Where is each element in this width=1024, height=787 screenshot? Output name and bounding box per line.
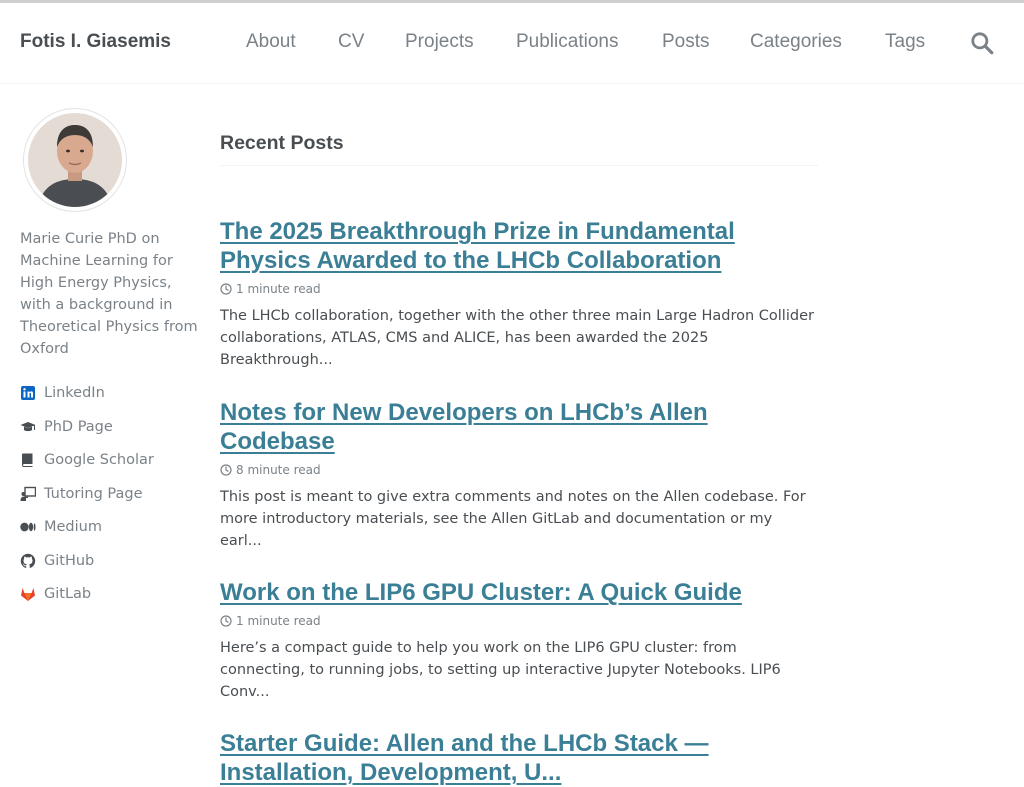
page-title: Recent Posts [220,132,818,166]
github-icon [20,553,36,569]
graduation-cap-icon [20,419,36,435]
post-title: The 2025 Breakthrough Prize in Fundament… [220,217,818,275]
link-label: GitHub [44,553,95,569]
post-title-line: Codebase [220,428,335,455]
linkedin-icon [20,385,36,401]
clock-icon [220,283,232,295]
nav-publications[interactable]: Publications [516,31,618,53]
read-time-text: 1 minute read [236,282,321,296]
link-label: Medium [44,519,102,535]
read-time: 1 minute read [220,281,818,297]
link-github[interactable]: GitHub [20,550,94,572]
author-bio: Marie Curie PhD on Machine Learning for … [20,231,198,357]
link-label: Google Scholar [44,452,154,468]
post-excerpt: Here’s a compact guide to help you work … [220,640,781,700]
read-time-text: 8 minute read [236,463,321,477]
link-label: GitLab [44,586,92,602]
read-time: 1 minute read [220,613,818,629]
nav-cv[interactable]: CV [338,31,364,53]
post-title-line: Starter Guide: Allen and the LHCb Stack … [220,730,709,757]
post-title-link[interactable]: Work on the LIP6 GPU Cluster: A Quick Gu… [220,579,742,606]
link-label: LinkedIn [44,385,105,401]
author-photo [28,113,122,207]
post-title: Notes for New Developers on LHCb’s Allen… [220,398,818,456]
link-label: Tutoring Page [44,486,143,502]
search-button[interactable] [969,30,995,56]
nav-categories[interactable]: Categories [750,31,842,53]
nav-about[interactable]: About [246,31,296,53]
gitlab-icon [20,586,36,602]
search-icon [971,32,994,55]
post-item: Notes for New Developers on LHCb’s Allen… [220,398,818,552]
post-title: Work on the LIP6 GPU Cluster: A Quick Gu… [220,578,818,607]
post-item: The 2025 Breakthrough Prize in Fundament… [220,217,818,371]
clock-icon [220,615,232,627]
read-time: 8 minute read [220,462,818,478]
link-phd-page[interactable]: PhD Page [20,416,113,438]
nav-tags[interactable]: Tags [885,31,925,53]
post-title-line: The 2025 Breakthrough Prize in Fundament… [220,218,735,245]
post-excerpt: The LHCb collaboration, together with th… [220,308,814,368]
post-excerpt: This post is meant to give extra comment… [220,489,806,549]
link-google-scholar[interactable]: Google Scholar [20,449,154,471]
post-title-link[interactable]: Notes for New Developers on LHCb’s Allen… [220,399,708,455]
avatar [23,108,127,212]
post-title-line: Physics Awarded to the LHCb Collaboratio… [220,247,722,274]
read-time-text: 1 minute read [236,614,321,628]
nav-projects[interactable]: Projects [405,31,474,53]
post-item: Starter Guide: Allen and the LHCb Stack … [220,729,818,787]
post-title-link[interactable]: Starter Guide: Allen and the LHCb Stack … [220,730,709,786]
book-icon [20,452,36,468]
clock-icon [220,464,232,476]
nav-posts[interactable]: Posts [662,31,710,53]
link-linkedin[interactable]: LinkedIn [20,382,105,404]
link-label: PhD Page [44,419,113,435]
link-medium[interactable]: Medium [20,516,102,538]
post-item: Work on the LIP6 GPU Cluster: A Quick Gu… [220,578,818,703]
post-title-line: Notes for New Developers on LHCb’s Allen [220,399,708,426]
post-title: Starter Guide: Allen and the LHCb Stack … [220,729,818,787]
medium-icon [20,519,36,535]
post-title-line: Installation, Development, U... [220,759,562,786]
post-title-link[interactable]: The 2025 Breakthrough Prize in Fundament… [220,218,735,274]
masthead: Fotis I. Giasemis About CV Projects Publ… [0,3,1024,84]
chalkboard-teacher-icon [20,486,36,502]
site-title[interactable]: Fotis I. Giasemis [20,31,171,53]
link-tutoring-page[interactable]: Tutoring Page [20,483,143,505]
link-gitlab[interactable]: GitLab [20,583,91,605]
